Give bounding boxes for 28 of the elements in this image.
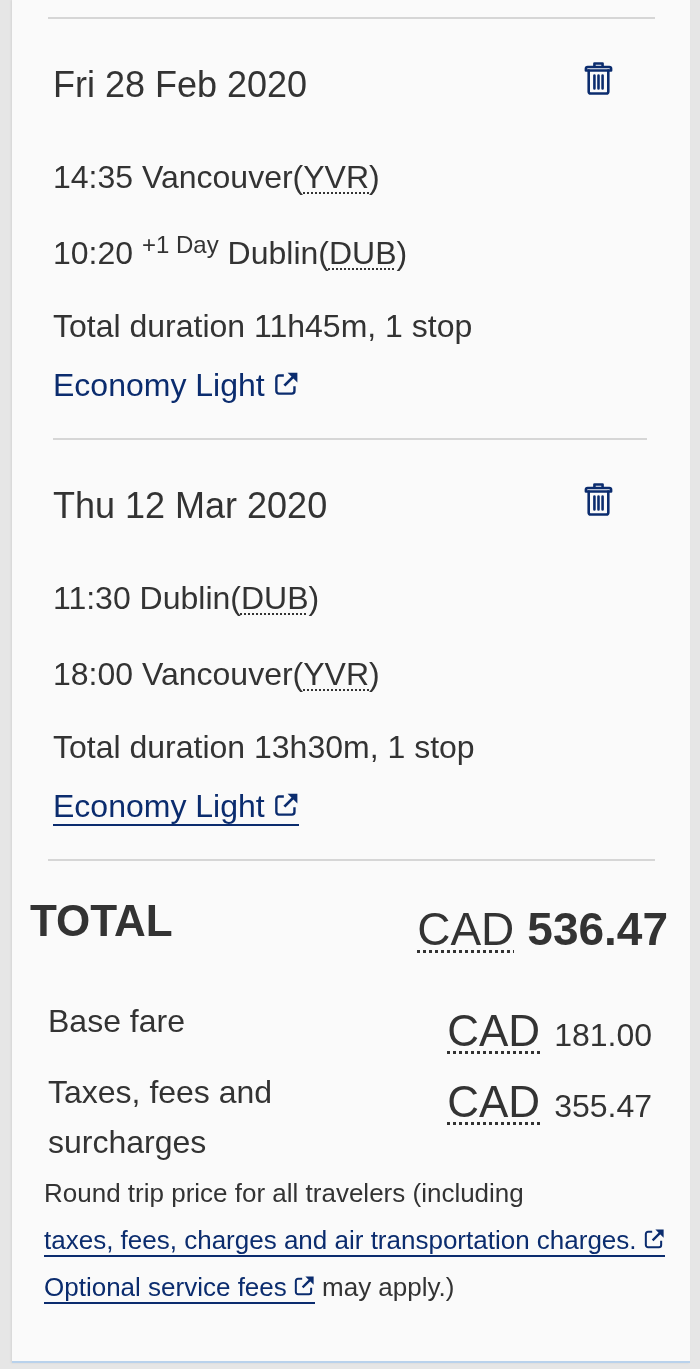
- external-link-icon: [292, 1275, 315, 1297]
- fare-label: Taxes, fees and surcharges: [48, 1073, 274, 1162]
- fare-amount: 355.47: [554, 1087, 652, 1126]
- trash-icon[interactable]: [583, 482, 614, 517]
- note-link[interactable]: Optional service fees: [44, 1272, 315, 1304]
- trash-icon[interactable]: [583, 61, 614, 96]
- departure-info: 11:30 Dublin(DUB): [53, 580, 320, 616]
- fare-link[interactable]: Economy Light: [53, 788, 299, 826]
- currency-code: CAD: [447, 1006, 541, 1056]
- total-label: TOTAL: [30, 895, 173, 947]
- note-link[interactable]: taxes, fees, charges and air transportation charges.: [44, 1225, 665, 1257]
- flight-date: Fri 28 Feb 2020: [53, 65, 308, 105]
- external-link-icon: [272, 792, 299, 818]
- fare-label: Base fare: [48, 1002, 186, 1041]
- duration-text: Total duration 13h30m, 1 stop: [53, 729, 475, 765]
- arrival-info: 10:20 $^{+1 Day}$ Dublin(DUB): [53, 235, 408, 271]
- currency-code: CAD: [447, 1077, 541, 1127]
- flight-date: Thu 12 Mar 2020: [53, 486, 328, 526]
- currency-code: CAD: [417, 902, 515, 957]
- external-link-icon: [642, 1228, 665, 1250]
- price-note: Round trip price for all travelers (including taxes, fees, charges and air transportation charges. Optional service fees may apply.): [44, 1170, 676, 1311]
- arrival-info: 18:00 Vancouver(YVR): [53, 656, 380, 692]
- fare-link[interactable]: Economy Light: [53, 367, 299, 405]
- duration-text: Total duration 11h45m, 1 stop: [53, 308, 473, 344]
- total-amount: 536.47: [527, 902, 668, 957]
- fare-amount: 181.00: [554, 1016, 652, 1055]
- external-link-icon: [272, 371, 299, 397]
- departure-info: 14:35 Vancouver(YVR): [53, 159, 380, 195]
